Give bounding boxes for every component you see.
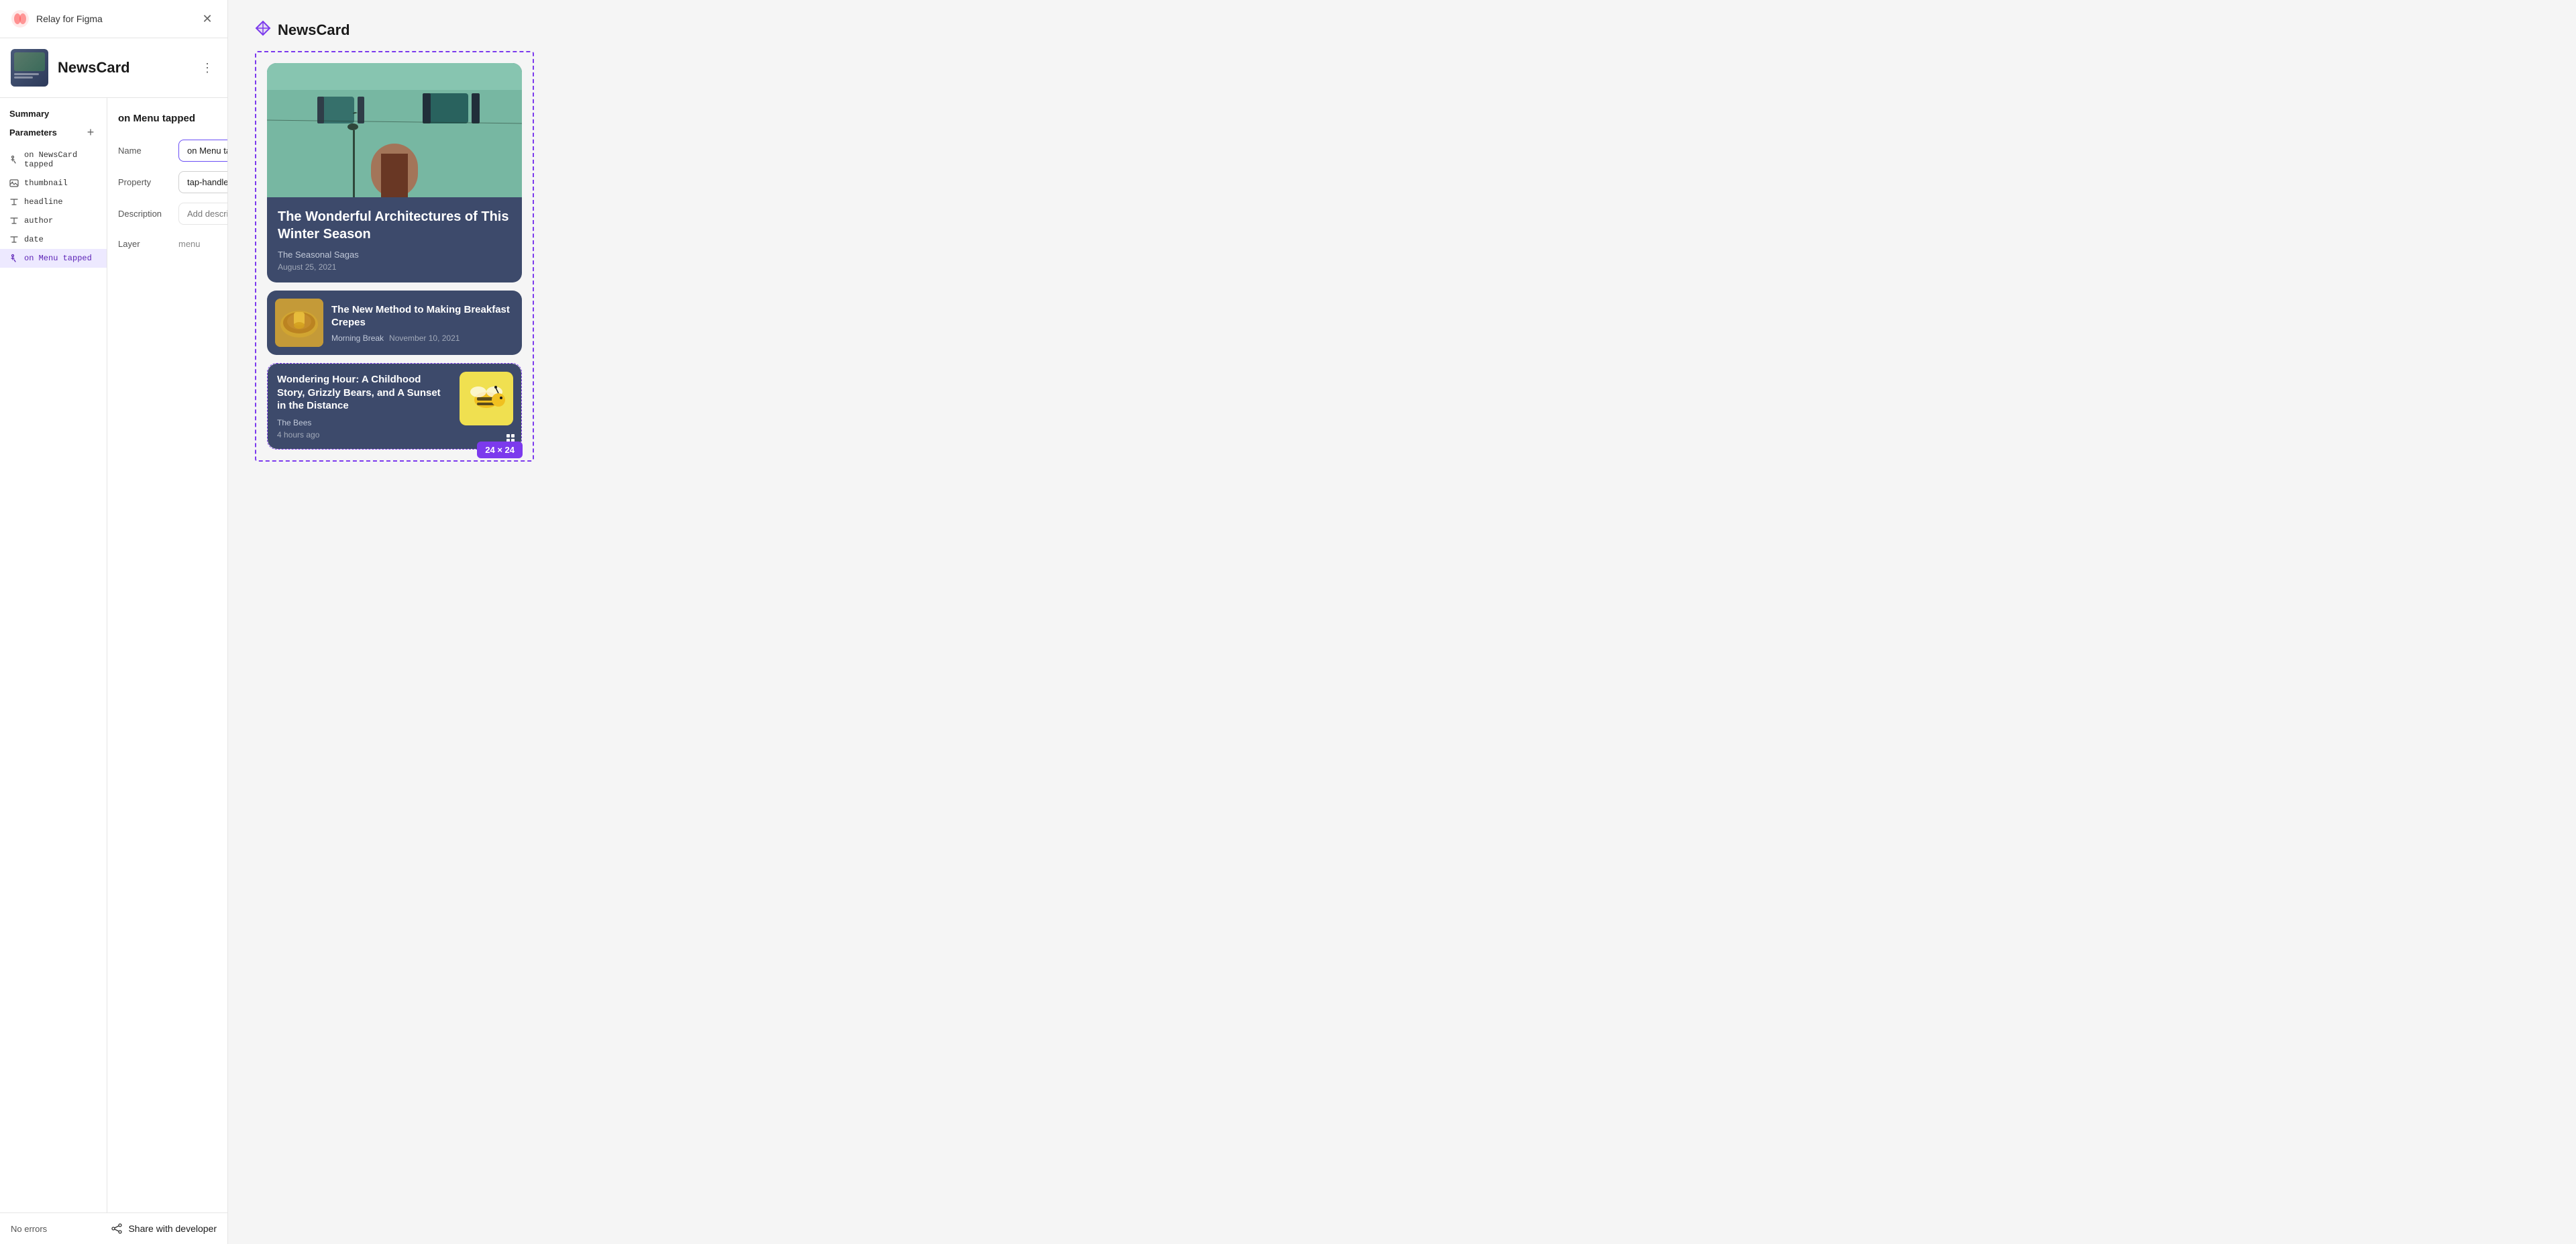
parameters-section: Parameters + [0, 125, 107, 146]
param-item-date[interactable]: date [0, 230, 107, 249]
size-badge: 24 × 24 [477, 442, 523, 458]
card-small-author: The Bees [277, 418, 450, 427]
detail-pane: on Menu tapped Name Property tap-handler [107, 98, 227, 1212]
layer-value: menu [178, 239, 227, 249]
card-small-headline: Wondering Hour: A Childhood Story, Grizz… [277, 373, 450, 413]
left-panel: Relay for Figma ✕ NewsCard ⋮ [0, 0, 228, 1244]
tap-icon [9, 155, 19, 164]
param-label-date: date [24, 235, 44, 244]
property-field-row: Property tap-handler ▾ [118, 171, 227, 193]
card-medium-headline: The New Method to Making Breakfast Crepe… [331, 303, 514, 329]
param-item-thumbnail[interactable]: thumbnail [0, 174, 107, 193]
card-large-image [267, 63, 522, 197]
error-status: No errors [11, 1224, 47, 1234]
name-label: Name [118, 146, 172, 156]
menu-dots [506, 434, 515, 442]
param-label-menu-tapped: on Menu tapped [24, 254, 92, 263]
add-parameter-button[interactable]: + [84, 125, 97, 139]
more-options-button[interactable]: ⋮ [198, 58, 217, 77]
param-item-on-newscard-tapped[interactable]: on NewsCard tapped [0, 146, 107, 174]
card-large: The Wonderful Architectures of This Wint… [267, 63, 522, 282]
param-label-thumbnail: thumbnail [24, 178, 68, 188]
component-name: NewsCard [58, 59, 130, 76]
description-input[interactable] [178, 203, 227, 225]
card-large-content: The Wonderful Architectures of This Wint… [267, 197, 522, 282]
card-large-date: August 25, 2021 [278, 262, 511, 272]
detail-header: on Menu tapped [118, 109, 227, 127]
card-medium-meta: Morning Break November 10, 2021 [331, 333, 514, 343]
preview-title-row: NewsCard [255, 20, 350, 40]
header-left: Relay for Figma [11, 9, 103, 28]
card-medium: The New Method to Making Breakfast Crepe… [267, 291, 522, 355]
layer-field-row: Layer menu [118, 234, 227, 253]
parameters-nav: Summary Parameters + on NewsCard tapped [0, 98, 107, 1212]
name-input[interactable] [178, 140, 227, 162]
name-field-row: Name [118, 140, 227, 162]
card-large-author: The Seasonal Sagas [278, 250, 511, 260]
summary-label: Summary [9, 109, 49, 119]
panel-footer: No errors Share with developer [0, 1212, 227, 1244]
more-icon: ⋮ [201, 61, 213, 75]
property-select[interactable]: tap-handler [178, 171, 227, 193]
right-panel: NewsCard [228, 0, 2576, 482]
card-small-content: Wondering Hour: A Childhood Story, Grizz… [268, 364, 460, 449]
card-small-date-row: 4 hours ago [277, 430, 450, 439]
component-header-left: NewsCard [11, 49, 130, 87]
property-label: Property [118, 177, 172, 187]
text-icon-headline [9, 197, 19, 207]
text-icon-author [9, 216, 19, 225]
share-button[interactable]: Share with developer [111, 1223, 217, 1235]
preview-component-title: NewsCard [278, 21, 350, 39]
news-card: The Wonderful Architectures of This Wint… [267, 63, 522, 450]
card-small-date: 4 hours ago [277, 430, 319, 439]
param-item-on-menu-tapped[interactable]: on Menu tapped [0, 249, 107, 268]
app-logo-icon [11, 9, 30, 28]
param-label-headline: headline [24, 197, 63, 207]
detail-title: on Menu tapped [118, 113, 195, 124]
preview-area: The Wonderful Architectures of This Wint… [255, 51, 534, 462]
card-small-wrapper: Wondering Hour: A Childhood Story, Grizz… [267, 363, 522, 450]
property-select-wrapper: tap-handler ▾ [178, 171, 227, 193]
card-medium-image [275, 299, 323, 347]
description-label: Description [118, 209, 172, 219]
card-large-headline: The Wonderful Architectures of This Wint… [278, 208, 511, 243]
app-title: Relay for Figma [36, 13, 103, 24]
param-label-newscard-tapped: on NewsCard tapped [24, 150, 97, 169]
card-medium-content: The New Method to Making Breakfast Crepe… [331, 303, 514, 343]
component-header: NewsCard ⋮ [0, 38, 227, 98]
card-medium-date: November 10, 2021 [389, 333, 460, 343]
add-icon: + [87, 125, 95, 140]
card-small: Wondering Hour: A Childhood Story, Grizz… [268, 364, 521, 449]
parameters-label: Parameters [9, 127, 57, 138]
close-icon: ✕ [202, 12, 212, 26]
param-item-headline[interactable]: headline [0, 193, 107, 211]
layer-label: Layer [118, 239, 172, 249]
share-label: Share with developer [128, 1223, 217, 1234]
param-item-author[interactable]: author [0, 211, 107, 230]
image-icon [9, 178, 19, 188]
relay-diamond-icon [255, 20, 271, 40]
component-thumbnail [11, 49, 48, 87]
description-field-row: Description [118, 203, 227, 225]
panel-body: Summary Parameters + on NewsCard tapped [0, 98, 227, 1212]
card-small-image [460, 372, 513, 425]
param-label-author: author [24, 216, 53, 225]
summary-section: Summary [0, 109, 107, 125]
text-icon-date [9, 235, 19, 244]
card-medium-author: Morning Break [331, 333, 384, 343]
tap-icon-menu [9, 254, 19, 263]
share-icon [111, 1223, 123, 1235]
close-button[interactable]: ✕ [198, 9, 217, 28]
panel-header: Relay for Figma ✕ [0, 0, 227, 38]
